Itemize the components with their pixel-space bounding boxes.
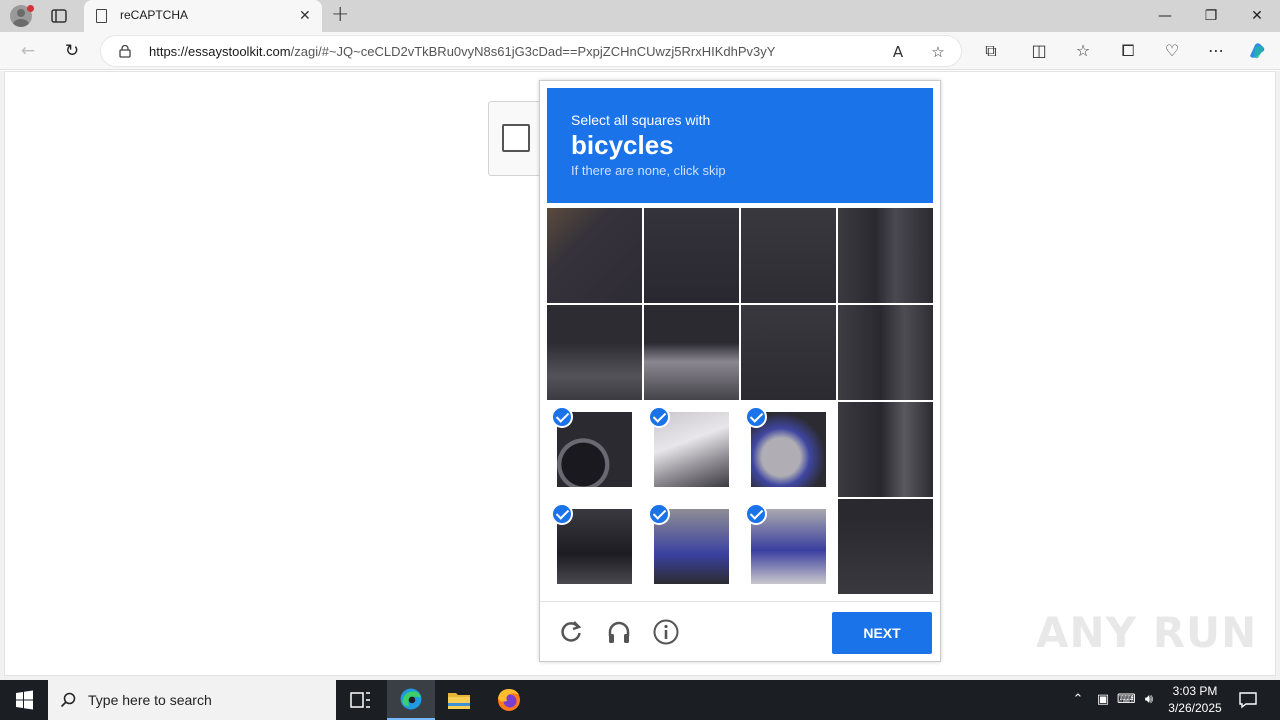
windows-taskbar: Type here to search ⌃ ▣ ⌨ 🔊︎ 3:03 PM 3/2… [0,680,1280,720]
captcha-tile-image [838,499,933,594]
captcha-tile[interactable] [838,208,933,303]
firefox-icon[interactable] [485,680,533,720]
captcha-tile[interactable] [741,208,836,303]
clock-date: 3/26/2025 [1168,701,1222,715]
captcha-challenge-frame: Select all squares with bicycles If ther… [539,80,941,662]
minimize-button[interactable]: — [1152,5,1178,27]
captcha-header: Select all squares with bicycles If ther… [547,88,933,203]
tab-recaptcha[interactable]: reCAPTCHA ✕ [84,0,322,32]
recaptcha-checkbox[interactable] [502,124,530,152]
page-icon [96,9,107,23]
task-view-icon[interactable] [336,680,384,720]
refresh-icon[interactable]: ↻ [61,40,83,62]
tab-title: reCAPTCHA [120,8,189,22]
captcha-tile[interactable] [644,402,739,497]
favorites-icon[interactable]: ☆ [1072,40,1094,62]
captcha-tile[interactable] [838,305,933,400]
captcha-tile[interactable] [838,402,933,497]
browser-tab-bar: reCAPTCHA ✕ + — ❐ ✕ [0,0,1280,32]
show-hidden-icons-chevron-icon[interactable]: ⌃ [1069,691,1087,709]
notification-dot [27,5,34,12]
extensions-icon[interactable]: ⧉ [980,40,1002,62]
selected-check-icon [745,503,767,525]
url-path: /zagi/#~JQ~ceCLD2vTkBRu0vyN8s61jG3cDad==… [290,44,776,59]
selected-check-icon [648,406,670,428]
clock-time: 3:03 PM [1172,684,1218,698]
collections-icon[interactable]: ⧠ [1117,40,1139,62]
captcha-tile-image [547,208,642,303]
taskbar-clock[interactable]: 3:03 PM 3/26/2025 [1164,683,1226,717]
taskbar-search-box[interactable]: Type here to search [48,680,336,720]
captcha-tile[interactable] [644,305,739,400]
new-tab-button[interactable]: + [331,4,349,26]
selected-check-icon [745,406,767,428]
browser-essentials-icon[interactable]: ♡ [1161,40,1183,62]
lock-icon[interactable] [119,44,131,58]
instruction-text: Select all squares with [571,112,711,128]
captcha-tile[interactable] [838,499,933,594]
network-icon[interactable]: ⌨ [1117,691,1136,709]
read-aloud-icon[interactable]: A [889,43,907,61]
audio-challenge-icon[interactable] [606,619,632,645]
captcha-tile-image [547,305,642,400]
captcha-footer: NEXT [540,601,940,662]
captcha-tile-image [644,305,739,400]
reload-icon[interactable] [558,619,584,645]
url-text[interactable]: https://essaystoolkit.com/zagi/#~JQ~ceCL… [149,44,775,59]
captcha-tile[interactable] [547,499,642,594]
captcha-tile[interactable] [547,305,642,400]
captcha-tile[interactable] [644,499,739,594]
tab-close-icon[interactable]: ✕ [299,8,311,24]
skip-hint-text: If there are none, click skip [571,163,726,178]
target-object-text: bicycles [571,130,674,160]
address-bar[interactable]: https://essaystoolkit.com/zagi/#~JQ~ceCL… [100,35,962,67]
captcha-tile-image [838,402,933,497]
selected-check-icon [551,406,573,428]
captcha-tile[interactable] [547,208,642,303]
search-icon [60,692,76,708]
anyrun-watermark: ANY RUN [1036,608,1258,657]
captcha-tile[interactable] [644,208,739,303]
browser-toolbar: ← ↻ https://essaystoolkit.com/zagi/#~JQ~… [0,32,1280,70]
captcha-image-grid [547,208,934,595]
split-screen-icon[interactable]: ◫ [1028,40,1050,62]
captcha-tile[interactable] [547,402,642,497]
close-window-button[interactable]: ✕ [1244,5,1270,27]
notifications-icon[interactable] [1238,690,1258,710]
selected-check-icon [551,503,573,525]
url-host: https://essaystoolkit.com [149,44,291,59]
captcha-tile-image [644,208,739,303]
captcha-tile-image [838,208,933,303]
maximize-button[interactable]: ❐ [1198,5,1224,27]
captcha-tile[interactable] [741,499,836,594]
recaptcha-anchor [488,101,544,176]
captcha-tile[interactable] [741,402,836,497]
meet-now-icon[interactable]: ▣ [1094,691,1112,709]
copilot-icon[interactable] [1246,40,1268,62]
more-menu-icon[interactable]: ⋯ [1205,40,1227,62]
next-button[interactable]: NEXT [832,612,932,654]
edge-browser-icon[interactable] [387,680,435,720]
selected-check-icon [648,503,670,525]
volume-icon[interactable]: 🔊︎ [1140,691,1158,709]
tab-actions-icon[interactable] [50,7,68,25]
back-arrow-icon[interactable]: ← [17,40,39,62]
favorite-star-icon[interactable]: ☆ [929,43,947,61]
file-explorer-icon[interactable] [435,680,483,720]
captcha-tile-image [741,208,836,303]
captcha-tile-image [741,305,836,400]
search-placeholder: Type here to search [88,692,212,708]
start-windows-icon[interactable] [0,680,48,720]
info-icon[interactable] [653,619,679,645]
captcha-tile[interactable] [741,305,836,400]
captcha-tile-image [838,305,933,400]
